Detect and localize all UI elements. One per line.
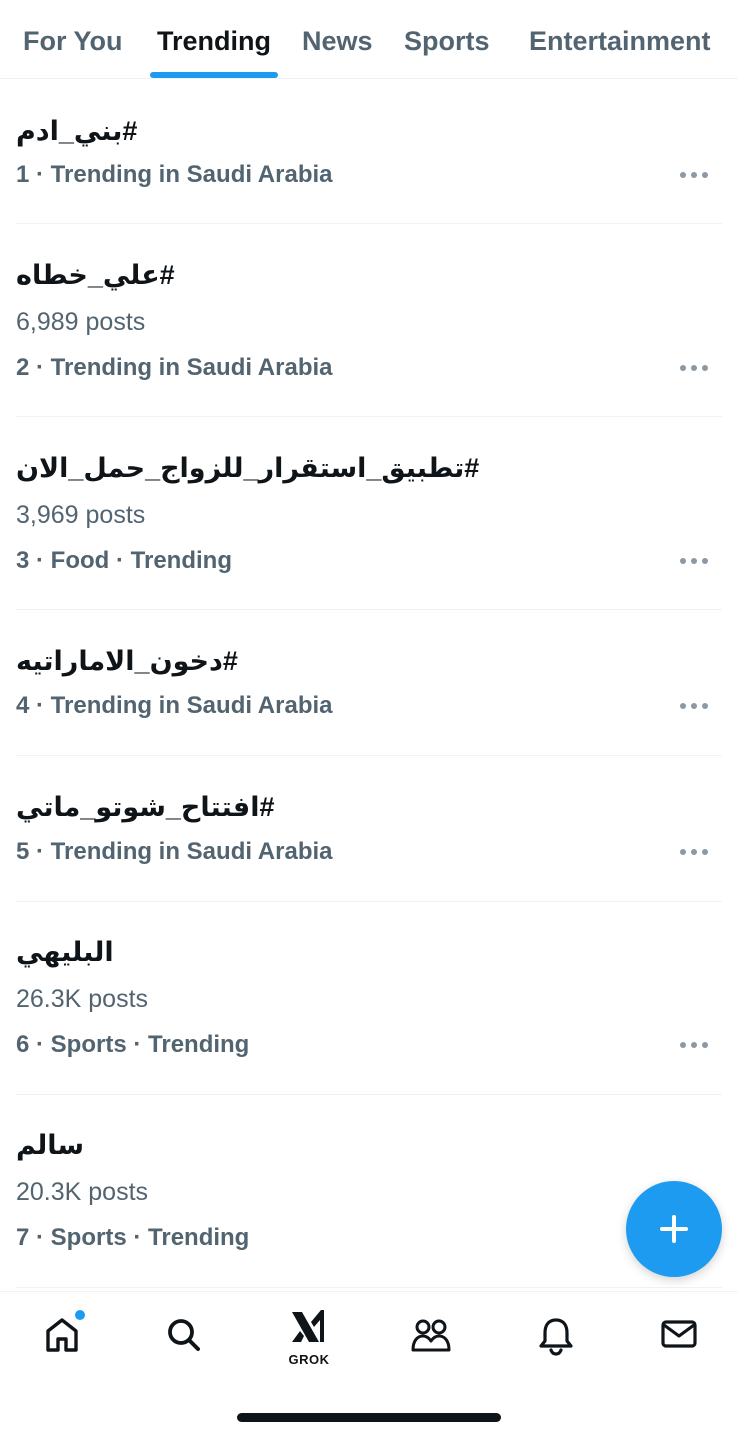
trend-title: سالم	[16, 1130, 85, 1160]
active-tab-indicator	[150, 72, 278, 78]
trend-meta: 2 · Trending in Saudi Arabia	[16, 354, 333, 381]
trend-post-count: 20.3K posts	[16, 1178, 149, 1206]
trend-title: #بني_ادم	[16, 116, 138, 146]
trend-title: #تطبيق_استقرار_للزواج_حمل_الان	[16, 453, 480, 483]
tab-trending[interactable]: Trending	[157, 24, 271, 58]
more-options-icon[interactable]	[680, 557, 708, 565]
more-options-icon[interactable]	[680, 1041, 708, 1049]
trend-post-count: 6,989 posts	[16, 308, 146, 336]
search-icon	[168, 1319, 200, 1351]
nav-communities[interactable]	[404, 1306, 460, 1366]
trend-meta: 3 · Food · Trending	[16, 547, 232, 574]
trend-meta: 7 · Sports · Trending	[16, 1224, 250, 1251]
explore-tabs: For You Trending News Sports Entertainme…	[0, 0, 738, 79]
trend-meta: 1 · Trending in Saudi Arabia	[16, 161, 333, 188]
trend-item-5[interactable]: #افتتاح_شوتو_ماتي 5 · Trending in Saudi …	[16, 756, 722, 902]
compose-post-button[interactable]	[626, 1181, 722, 1277]
nav-messages[interactable]	[650, 1306, 706, 1366]
bottom-nav: GROK	[0, 1291, 738, 1435]
grok-label: GROK	[288, 1352, 330, 1367]
nav-home[interactable]	[34, 1306, 90, 1366]
nav-search[interactable]	[156, 1306, 212, 1366]
mail-icon	[661, 1320, 697, 1348]
grok-icon	[292, 1310, 324, 1342]
more-options-icon[interactable]	[680, 848, 708, 856]
trend-meta: 4 · Trending in Saudi Arabia	[16, 692, 333, 719]
trend-item-1[interactable]: #بني_ادم 1 · Trending in Saudi Arabia	[16, 79, 722, 224]
trend-post-count: 26.3K posts	[16, 985, 149, 1013]
more-options-icon[interactable]	[680, 364, 708, 372]
trend-item-6[interactable]: البليهي 26.3K posts 6 · Sports · Trendin…	[16, 902, 722, 1095]
tab-entertainment[interactable]: Entertainment	[529, 24, 711, 58]
tab-news[interactable]: News	[302, 24, 373, 58]
trend-post-count: 3,969 posts	[16, 501, 146, 529]
tab-for-you[interactable]: For You	[23, 24, 123, 58]
nav-notifications[interactable]	[528, 1306, 584, 1366]
tab-sports[interactable]: Sports	[404, 24, 490, 58]
trend-title: #دخون_الاماراتيه	[16, 646, 238, 676]
trend-title: #علي_خطاه	[16, 260, 175, 290]
trend-item-3[interactable]: #تطبيق_استقرار_للزواج_حمل_الان 3,969 pos…	[16, 417, 722, 610]
trend-item-2[interactable]: #علي_خطاه 6,989 posts 2 · Trending in Sa…	[16, 224, 722, 417]
communities-icon	[411, 1319, 451, 1352]
trend-title: #افتتاح_شوتو_ماتي	[16, 792, 275, 822]
plus-icon	[660, 1215, 688, 1243]
trend-meta: 6 · Sports · Trending	[16, 1031, 250, 1058]
trend-item-7[interactable]: سالم 20.3K posts 7 · Sports · Trending	[16, 1095, 722, 1288]
trend-title: البليهي	[16, 937, 114, 967]
home-icon	[46, 1318, 78, 1352]
trend-item-4[interactable]: #دخون_الاماراتيه 4 · Trending in Saudi A…	[16, 610, 722, 756]
trend-meta: 5 · Trending in Saudi Arabia	[16, 838, 333, 865]
home-indicator[interactable]	[237, 1413, 501, 1422]
bell-icon	[539, 1318, 573, 1356]
more-options-icon[interactable]	[680, 171, 708, 179]
notification-dot	[75, 1310, 85, 1320]
more-options-icon[interactable]	[680, 702, 708, 710]
nav-grok[interactable]: GROK	[281, 1306, 337, 1367]
